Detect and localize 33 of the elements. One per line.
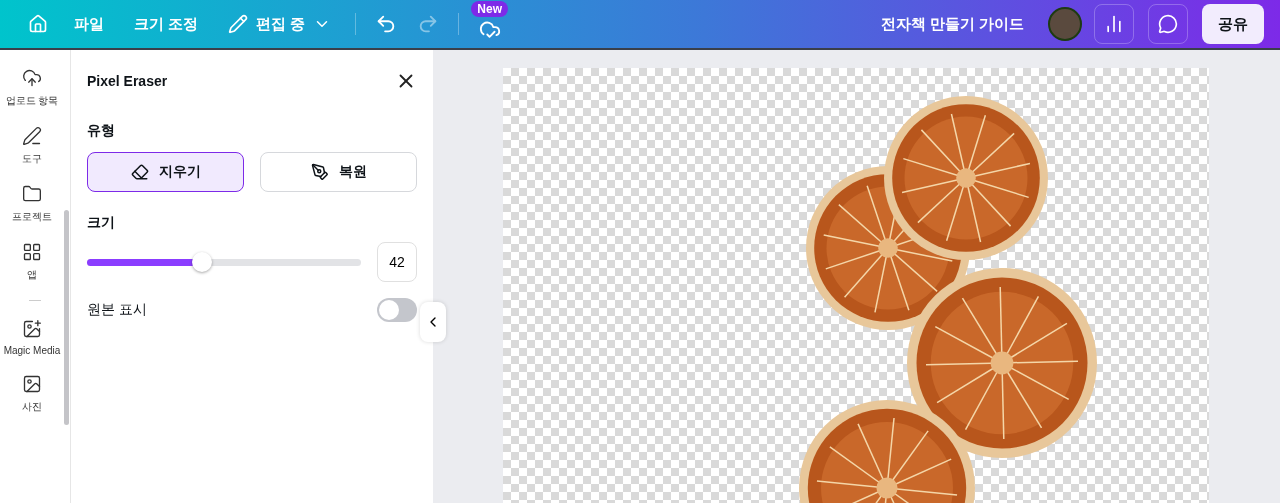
avatar[interactable] — [1048, 7, 1082, 41]
size-input[interactable]: 42 — [377, 242, 417, 282]
sidebar-item[interactable]: 사진 — [0, 374, 70, 414]
sidebar-item[interactable]: 프로젝트 — [0, 184, 70, 224]
toggle-label: 원본 표시 — [87, 301, 147, 319]
photo-icon — [22, 374, 42, 394]
panel-title: Pixel Eraser — [87, 73, 168, 89]
sidebar-item[interactable]: 업로드 항목 — [0, 68, 70, 108]
mode-button[interactable]: 복원 — [260, 152, 417, 192]
sidebar-item[interactable]: 도구 — [0, 126, 70, 166]
mode-button[interactable]: 지우기 — [87, 152, 244, 192]
scrollbar[interactable] — [64, 210, 69, 425]
section-label: 유형 — [87, 122, 116, 140]
upload-icon — [22, 68, 42, 88]
chart-icon[interactable] — [1094, 4, 1134, 44]
sidebar-item[interactable]: Magic Media — [0, 319, 70, 356]
sidebar-item[interactable]: 앱 — [0, 242, 70, 282]
share-button[interactable]: 공유 — [1202, 4, 1264, 44]
apps-icon — [22, 242, 42, 262]
new-badge: New — [471, 0, 509, 17]
slider-thumb[interactable] — [192, 252, 213, 272]
pen-icon — [310, 163, 329, 181]
section-label: 크기 — [87, 214, 116, 232]
magic-icon — [22, 319, 42, 339]
collapse-icon[interactable] — [420, 302, 446, 342]
draw-icon — [22, 126, 42, 146]
eraser-icon — [130, 163, 149, 181]
folder-icon — [22, 184, 42, 204]
size-slider[interactable] — [87, 252, 361, 272]
show-original-toggle[interactable] — [377, 298, 417, 322]
comment-icon[interactable] — [1148, 4, 1188, 44]
document-title: 전자책 만들기 가이드 — [880, 14, 1024, 34]
pencil-icon — [228, 14, 249, 34]
